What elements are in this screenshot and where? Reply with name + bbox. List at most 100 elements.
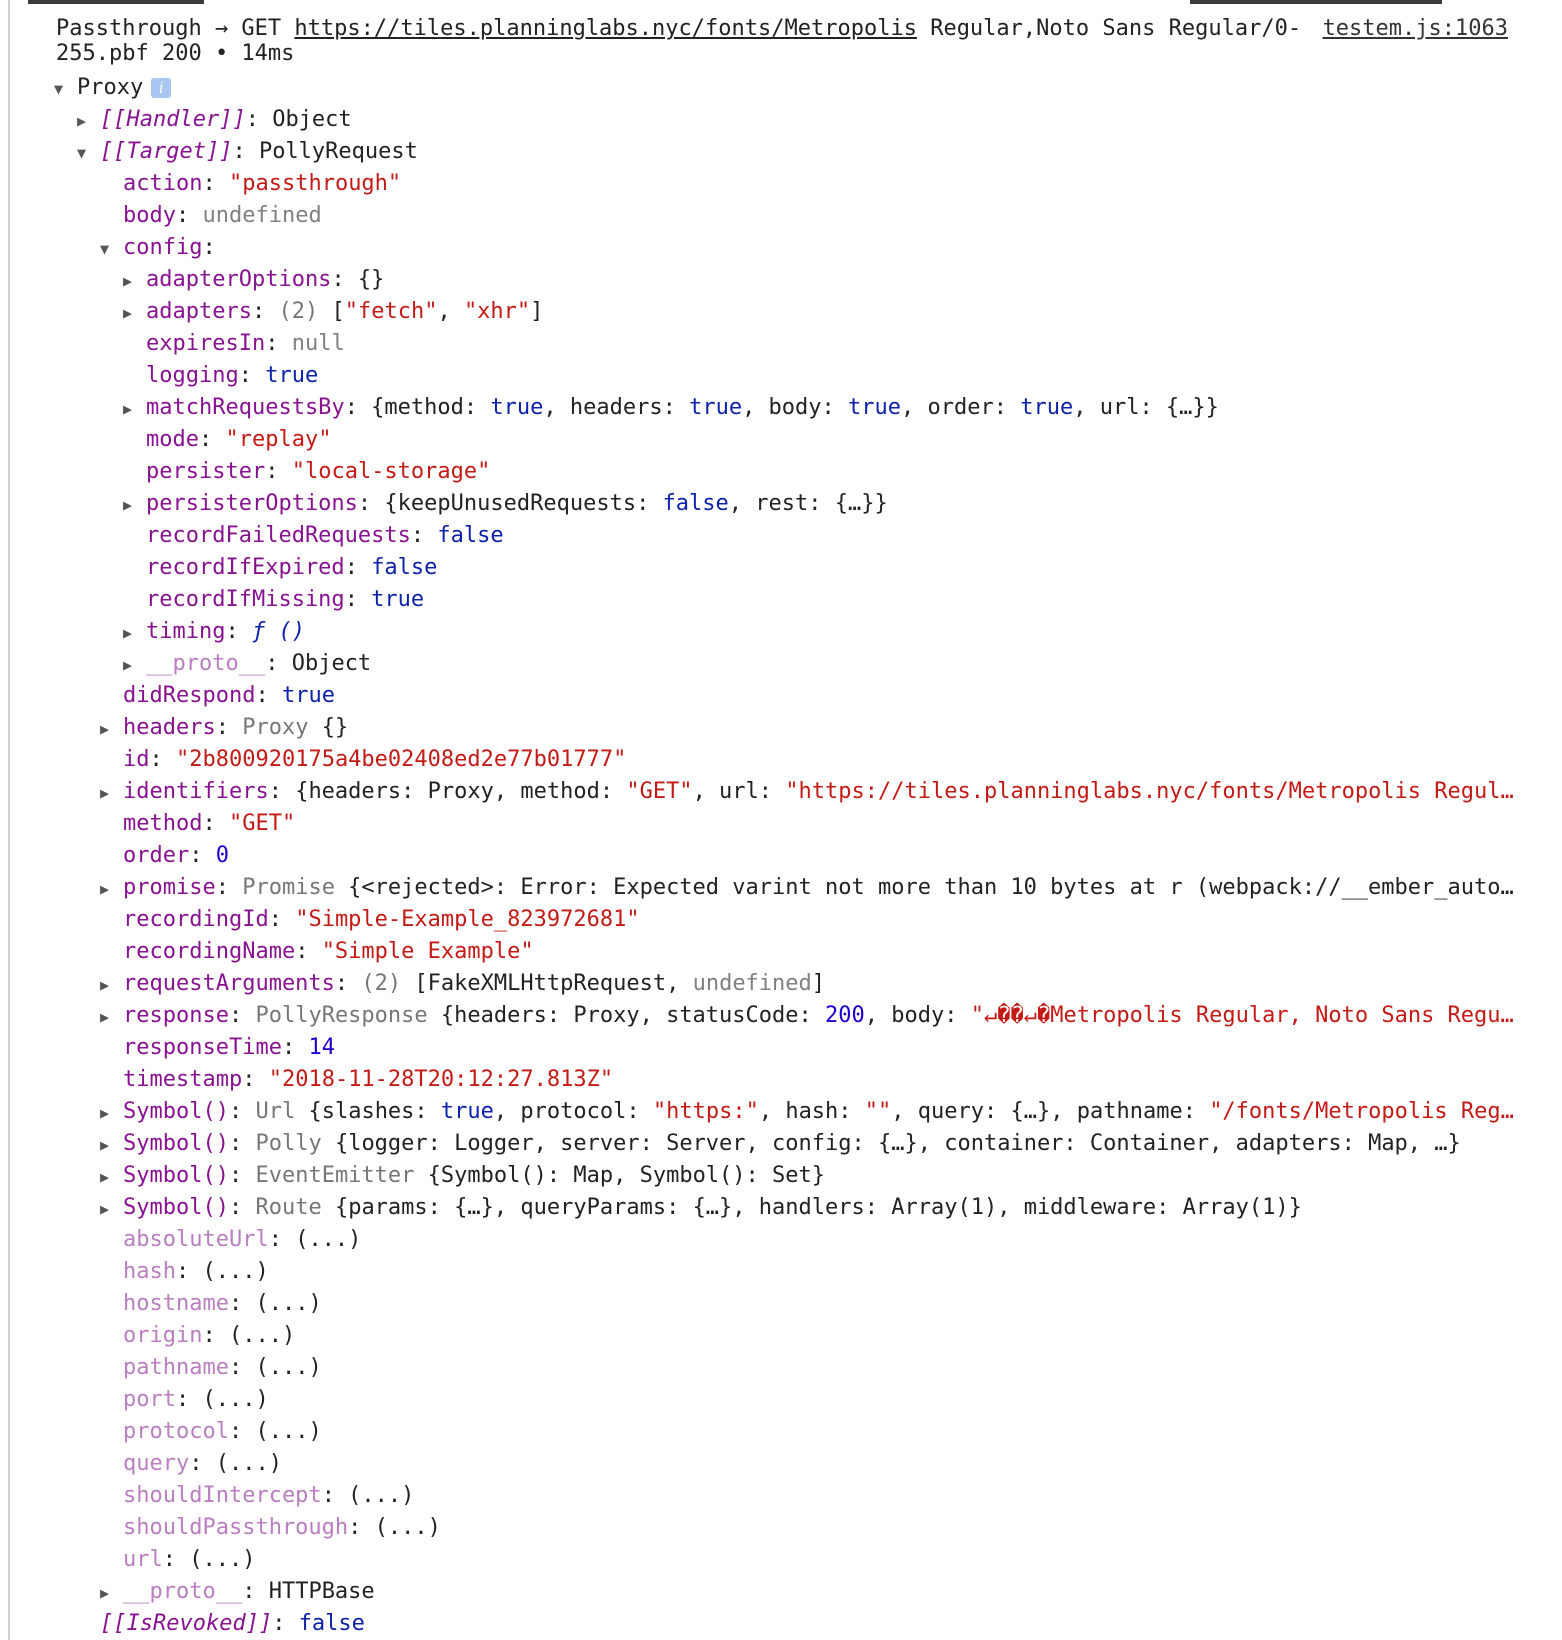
property-value: "" [864,1099,892,1124]
collapsed-triangle-icon[interactable]: ▶ [100,873,123,904]
property-value: false [662,491,729,516]
collapsed-triangle-icon[interactable]: ▶ [100,1097,123,1128]
property-value: "Simple Example" [321,939,534,964]
property-value: : (...) [228,1419,322,1444]
property-key: Symbol() [123,1099,229,1124]
tree-row[interactable]: ▶ requestArguments: (2) [FakeXMLHttpReque… [0,968,1562,1000]
collapsed-triangle-icon[interactable]: ▶ [77,105,100,136]
property-value: : [242,1067,269,1092]
property-value: : [202,811,229,836]
tree-row[interactable]: ▶ Symbol(): Route {params: {…}, queryPara… [0,1192,1562,1224]
request-url-link[interactable]: https://tiles.planninglabs.nyc/fonts/Met… [294,16,917,41]
tree-row: ▶pathname: (...) [0,1352,1562,1384]
collapsed-triangle-icon[interactable]: ▶ [100,713,123,744]
property-value: : [281,1035,309,1060]
collapsed-triangle-icon[interactable]: ▶ [123,393,146,424]
collapsed-triangle-icon[interactable]: ▶ [100,1129,123,1160]
property-value: : [344,555,372,580]
tree-row: ▶id: "2b800920175a4be02408ed2e77b01777" [0,744,1562,776]
property-value: : (...) [228,1355,322,1380]
collapsed-triangle-icon[interactable]: ▶ [123,617,146,648]
tree-row: ▶recordingId: "Simple-Example_823972681" [0,904,1562,936]
property-key: __proto__ [123,1579,243,1604]
collapsed-triangle-icon[interactable]: ▶ [100,777,123,808]
property-value: : Object [245,107,352,132]
info-icon[interactable]: i [151,78,172,98]
property-value: , body: [864,1003,971,1028]
tree-row[interactable]: ▶ __proto__: HTTPBase [0,1576,1562,1608]
tree-row[interactable]: ▶ timing: ƒ () [0,616,1562,648]
expanded-triangle-icon[interactable]: ▼ [77,137,100,168]
property-value: : [268,907,296,932]
tree-row: ▶mode: "replay" [0,424,1562,456]
tree-row[interactable]: ▶ identifiers: {headers: Proxy, method: "… [0,776,1562,808]
property-value: : (...) [228,1291,322,1316]
property-value: : [175,203,203,228]
expanded-triangle-icon[interactable]: ▼ [100,233,123,264]
property-value: : {method: [344,395,491,420]
property-value: {Symbol(): Map, Symbol(): Set} [414,1163,826,1188]
collapsed-triangle-icon[interactable]: ▶ [123,297,146,328]
property-value: false [298,1611,365,1636]
property-value: : (...) [162,1547,256,1572]
tree-row[interactable]: ▶ response: PollyResponse {headers: Proxy… [0,1000,1562,1032]
property-value: : (...) [268,1227,362,1252]
expanded-triangle-icon[interactable]: ▼ [54,73,77,104]
tree-row[interactable]: ▶ Symbol(): Url {slashes: true, protocol:… [0,1096,1562,1128]
previous-source-link[interactable] [1190,0,1442,4]
tree-row[interactable]: ▶ persisterOptions: {keepUnusedRequests: … [0,488,1562,520]
tree-row[interactable]: ▼ Proxy i [0,72,1562,104]
property-value: [ [318,299,345,324]
collapsed-triangle-icon[interactable]: ▶ [123,489,146,520]
property-value: : HTTPBase [242,1579,375,1604]
object-tree: ▼ Proxy i ▶ [[Handler]]: Object ▼ [[Target]]: … [0,72,1562,1640]
tree-row[interactable]: ▶ matchRequestsBy: {method: true, headers… [0,392,1562,424]
property-value: (2) [361,971,402,996]
property-value: , body: [742,395,849,420]
property-value: , order: [901,395,1021,420]
property-value: : [334,971,362,996]
property-value: : (...) [175,1259,269,1284]
property-value: ] [811,971,826,996]
tree-row: ▶action: "passthrough" [0,168,1562,200]
collapsed-triangle-icon[interactable]: ▶ [100,1193,123,1224]
property-value: (2) [278,299,319,324]
collapsed-triangle-icon[interactable]: ▶ [100,1001,123,1032]
source-link[interactable]: testem.js:1063 [1323,16,1508,41]
tree-row[interactable]: ▶ promise: Promise {<rejected>: Error: Ex… [0,872,1562,904]
tree-row[interactable]: ▶ adapters: (2) ["fetch", "xhr"] [0,296,1562,328]
tree-row[interactable]: ▼ [[Target]]: PollyRequest [0,136,1562,168]
property-key: persister [146,459,266,484]
property-value: {headers: Proxy, statusCode: [427,1003,826,1028]
property-value: true [281,683,335,708]
collapsed-triangle-icon[interactable]: ▶ [100,1161,123,1192]
message-line-2: 255.pbf 200 • 14ms [56,41,295,66]
tree-row: ▶timestamp: "2018-11-28T20:12:27.813Z" [0,1064,1562,1096]
property-value: : [215,875,243,900]
tree-row: ▶hostname: (...) [0,1288,1562,1320]
collapsed-triangle-icon[interactable]: ▶ [100,969,123,1000]
property-value: : [228,1131,256,1156]
tree-row[interactable]: ▶ adapterOptions: {} [0,264,1562,296]
property-key: protocol [123,1419,229,1444]
property-key: expiresIn [146,331,266,356]
property-value: null [291,331,345,356]
tree-row: ▶recordIfMissing: true [0,584,1562,616]
property-key: [[IsRevoked]] [100,1611,273,1636]
property-value: : [202,171,229,196]
message-prefix: Passthrough → GET [56,16,295,41]
collapsed-triangle-icon[interactable]: ▶ [123,265,146,296]
tree-row[interactable]: ▶ Symbol(): EventEmitter {Symbol(): Map, … [0,1160,1562,1192]
collapsed-triangle-icon[interactable]: ▶ [100,1577,123,1608]
property-value: Url [255,1099,296,1124]
property-key: Symbol() [123,1195,229,1220]
tree-row[interactable]: ▶ Symbol(): Polly {logger: Logger, server… [0,1128,1562,1160]
property-key: adapters [146,299,252,324]
tree-row[interactable]: ▼ config: [0,232,1562,264]
tree-row[interactable]: ▶ headers: Proxy {} [0,712,1562,744]
tree-row[interactable]: ▶ [[Handler]]: Object [0,104,1562,136]
collapsed-triangle-icon[interactable]: ▶ [123,649,146,680]
property-value: : {keepUnusedRequests: [357,491,663,516]
tree-row[interactable]: ▶ __proto__: Object [0,648,1562,680]
property-key: pathname [123,1355,229,1380]
